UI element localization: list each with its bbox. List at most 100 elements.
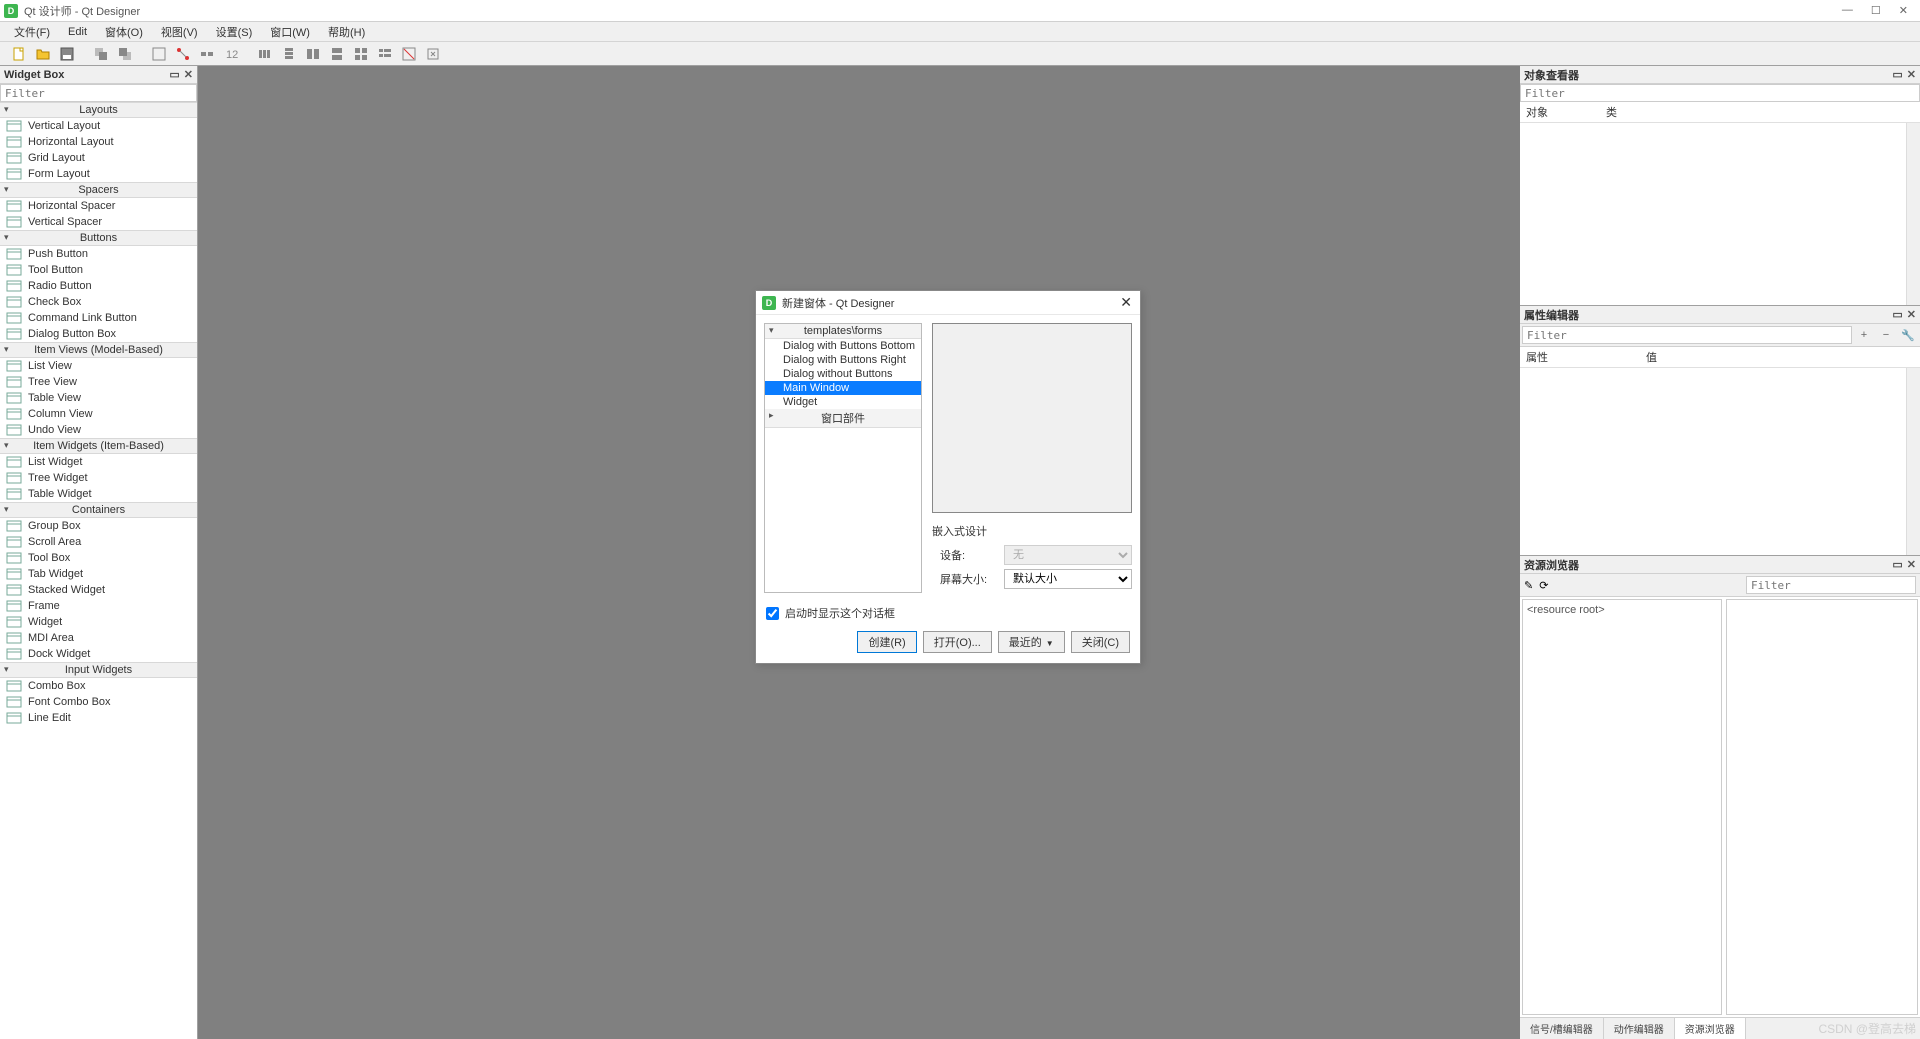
widget-item[interactable]: Grid Layout bbox=[0, 150, 197, 166]
widget-item[interactable]: Command Link Button bbox=[0, 310, 197, 326]
template-item[interactable]: Dialog without Buttons bbox=[765, 367, 921, 381]
widget-item[interactable]: Dialog Button Box bbox=[0, 326, 197, 342]
create-button[interactable]: 创建(R) bbox=[857, 631, 916, 653]
widget-item[interactable]: Tree View bbox=[0, 374, 197, 390]
dock-close-icon[interactable]: ✕ bbox=[1907, 558, 1916, 571]
reload-resources-icon[interactable]: ⟳ bbox=[1539, 579, 1548, 592]
layout-vsplit-icon[interactable] bbox=[326, 44, 348, 64]
dock-float-icon[interactable]: ▭ bbox=[1892, 68, 1902, 81]
object-col-header[interactable]: 对象 bbox=[1526, 104, 1606, 120]
scrollbar[interactable] bbox=[1906, 123, 1920, 305]
menu-settings[interactable]: 设置(S) bbox=[208, 22, 261, 42]
widget-category[interactable]: Buttons bbox=[0, 230, 197, 246]
widget-item[interactable]: Combo Box bbox=[0, 678, 197, 694]
widget-item[interactable]: Tool Box bbox=[0, 550, 197, 566]
widget-box-filter[interactable] bbox=[0, 84, 197, 102]
widget-item[interactable]: Push Button bbox=[0, 246, 197, 262]
property-filter[interactable] bbox=[1522, 326, 1852, 344]
menu-form[interactable]: 窗体(O) bbox=[97, 22, 151, 42]
edit-taborder-icon[interactable]: 12 bbox=[220, 44, 242, 64]
open-button[interactable]: 打开(O)... bbox=[923, 631, 992, 653]
edit-widgets-icon[interactable] bbox=[148, 44, 170, 64]
widget-item[interactable]: Tab Widget bbox=[0, 566, 197, 582]
template-item[interactable]: Widget bbox=[765, 395, 921, 409]
save-file-icon[interactable] bbox=[56, 44, 78, 64]
bring-front-icon[interactable] bbox=[114, 44, 136, 64]
scrollbar[interactable] bbox=[1906, 368, 1920, 555]
widget-item[interactable]: Dock Widget bbox=[0, 646, 197, 662]
layout-h-icon[interactable] bbox=[254, 44, 276, 64]
object-inspector-filter[interactable] bbox=[1520, 84, 1920, 102]
widget-item[interactable]: Table Widget bbox=[0, 486, 197, 502]
widget-item[interactable]: Widget bbox=[0, 614, 197, 630]
property-tree[interactable] bbox=[1520, 368, 1920, 555]
new-file-icon[interactable] bbox=[8, 44, 30, 64]
widget-item[interactable]: Horizontal Layout bbox=[0, 134, 197, 150]
widget-category[interactable]: Spacers bbox=[0, 182, 197, 198]
widget-item[interactable]: Column View bbox=[0, 406, 197, 422]
widget-item[interactable]: Radio Button bbox=[0, 278, 197, 294]
widget-item[interactable]: Table View bbox=[0, 390, 197, 406]
template-tree[interactable]: ▾templates\forms Dialog with Buttons Bot… bbox=[764, 323, 922, 593]
resource-view[interactable] bbox=[1726, 599, 1918, 1015]
close-icon[interactable]: ✕ bbox=[1899, 4, 1908, 17]
widget-item[interactable]: Form Layout bbox=[0, 166, 197, 182]
layout-form-icon[interactable] bbox=[374, 44, 396, 64]
template-item[interactable]: Main Window bbox=[765, 381, 921, 395]
edit-signals-icon[interactable] bbox=[172, 44, 194, 64]
property-col-header[interactable]: 属性 bbox=[1526, 349, 1646, 365]
template-item[interactable]: Dialog with Buttons Right bbox=[765, 353, 921, 367]
value-col-header[interactable]: 值 bbox=[1646, 349, 1657, 365]
widget-category[interactable]: Layouts bbox=[0, 102, 197, 118]
dock-float-icon[interactable]: ▭ bbox=[1892, 308, 1902, 321]
menu-file[interactable]: 文件(F) bbox=[6, 22, 58, 42]
menu-edit[interactable]: Edit bbox=[60, 24, 95, 40]
widget-box-list[interactable]: LayoutsVertical LayoutHorizontal LayoutG… bbox=[0, 102, 197, 1039]
dock-float-icon[interactable]: ▭ bbox=[1892, 558, 1902, 571]
widget-item[interactable]: Group Box bbox=[0, 518, 197, 534]
dock-close-icon[interactable]: ✕ bbox=[184, 68, 193, 81]
widget-item[interactable]: Tree Widget bbox=[0, 470, 197, 486]
remove-property-icon[interactable]: − bbox=[1876, 326, 1896, 344]
open-file-icon[interactable] bbox=[32, 44, 54, 64]
screen-size-select[interactable]: 默认大小 bbox=[1004, 569, 1132, 589]
maximize-icon[interactable]: ☐ bbox=[1871, 4, 1881, 17]
widget-item[interactable]: Tool Button bbox=[0, 262, 197, 278]
close-button[interactable]: 关闭(C) bbox=[1071, 631, 1130, 653]
layout-grid-icon[interactable] bbox=[350, 44, 372, 64]
edit-resources-icon[interactable]: ✎ bbox=[1524, 579, 1533, 592]
recent-button[interactable]: 最近的▼ bbox=[998, 631, 1065, 653]
show-on-startup-checkbox[interactable] bbox=[766, 607, 779, 620]
widget-item[interactable]: MDI Area bbox=[0, 630, 197, 646]
widget-item[interactable]: Frame bbox=[0, 598, 197, 614]
widget-item[interactable]: Horizontal Spacer bbox=[0, 198, 197, 214]
send-back-icon[interactable] bbox=[90, 44, 112, 64]
widget-item[interactable]: Font Combo Box bbox=[0, 694, 197, 710]
resource-filter[interactable] bbox=[1746, 576, 1916, 594]
tab-action-editor[interactable]: 动作编辑器 bbox=[1604, 1018, 1675, 1039]
dock-close-icon[interactable]: ✕ bbox=[1907, 308, 1916, 321]
layout-hsplit-icon[interactable] bbox=[302, 44, 324, 64]
widget-item[interactable]: Check Box bbox=[0, 294, 197, 310]
menu-window[interactable]: 窗口(W) bbox=[262, 22, 318, 42]
widget-item[interactable]: Vertical Layout bbox=[0, 118, 197, 134]
class-col-header[interactable]: 类 bbox=[1606, 104, 1617, 120]
layout-v-icon[interactable] bbox=[278, 44, 300, 64]
edit-buddies-icon[interactable] bbox=[196, 44, 218, 64]
add-property-icon[interactable]: + bbox=[1854, 326, 1874, 344]
minimize-icon[interactable]: — bbox=[1842, 4, 1853, 17]
dialog-close-icon[interactable]: ✕ bbox=[1120, 294, 1132, 311]
widget-item[interactable]: List Widget bbox=[0, 454, 197, 470]
break-layout-icon[interactable] bbox=[398, 44, 420, 64]
tab-resource-browser[interactable]: 资源浏览器 bbox=[1675, 1018, 1746, 1039]
dock-close-icon[interactable]: ✕ bbox=[1907, 68, 1916, 81]
widget-item[interactable]: Line Edit bbox=[0, 710, 197, 726]
tab-signal-slot-editor[interactable]: 信号/槽编辑器 bbox=[1520, 1018, 1604, 1039]
widget-item[interactable]: List View bbox=[0, 358, 197, 374]
menu-help[interactable]: 帮助(H) bbox=[320, 22, 373, 42]
object-tree[interactable] bbox=[1520, 123, 1920, 305]
widget-item[interactable]: Undo View bbox=[0, 422, 197, 438]
template-item[interactable]: Dialog with Buttons Bottom bbox=[765, 339, 921, 353]
widget-category[interactable]: Input Widgets bbox=[0, 662, 197, 678]
widget-category[interactable]: Item Views (Model-Based) bbox=[0, 342, 197, 358]
